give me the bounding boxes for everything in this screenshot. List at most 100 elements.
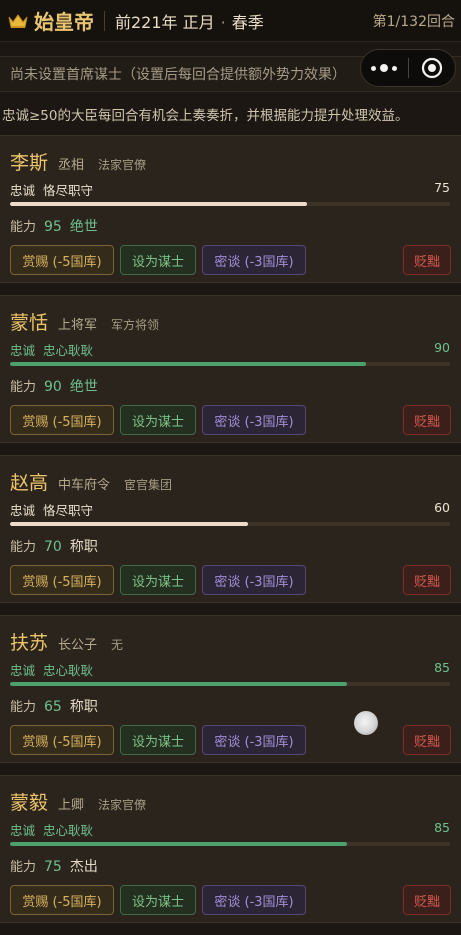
loyalty-value: 85 <box>434 660 450 675</box>
season-text: 春季 <box>231 12 264 32</box>
minister-card: 蒙恬 上将军 军方将领 忠诚 忠心耿耿 90 能力 90 绝世 赏赐 (-5国库… <box>0 295 461 443</box>
dot-icon <box>380 64 389 72</box>
loyalty-bar <box>10 842 450 846</box>
action-buttons: 赏赐 (-5国库) 设为谋士 密谈 (-3国库) 贬黜 <box>10 885 451 915</box>
crown-icon <box>6 10 30 32</box>
year-text: 前221年 <box>115 12 178 32</box>
minister-post: 长公子 <box>58 638 98 653</box>
ability-label: 能力 <box>10 860 37 875</box>
loyalty-bar <box>10 682 450 686</box>
minister-post: 上将军 <box>58 318 98 333</box>
loyalty-label: 忠诚 忠心耿耿 <box>10 663 93 678</box>
demote-button[interactable]: 贬黜 <box>403 245 451 275</box>
emperor-title: 始皇帝 <box>34 10 94 34</box>
ability-row: 能力 95 绝世 <box>10 216 98 236</box>
loyalty-hint: 忠诚≥50的大臣每回合有机会上奏奏折，并根据能力提升处理效益。 <box>2 108 409 124</box>
loyalty-label: 忠诚 恪尽职守 <box>10 503 93 518</box>
secret-talk-button[interactable]: 密谈 (-3国库) <box>202 565 306 595</box>
loyalty-bar-fill <box>10 682 347 686</box>
loyalty-row: 忠诚 忠心耿耿 85 <box>10 820 450 838</box>
set-advisor-button[interactable]: 设为谋士 <box>120 565 196 595</box>
loyalty-bar-fill <box>10 522 248 526</box>
set-advisor-button[interactable]: 设为谋士 <box>120 405 196 435</box>
minister-card: 扶苏 长公子 无 忠诚 忠心耿耿 85 能力 65 称职 赏赐 (-5国库) 设… <box>0 615 461 763</box>
ability-level: 绝世 <box>69 219 98 235</box>
minister-name: 蒙恬 <box>10 312 49 334</box>
loyalty-bar <box>10 362 450 366</box>
ability-value: 75 <box>44 859 62 875</box>
set-advisor-button[interactable]: 设为谋士 <box>120 725 196 755</box>
minister-faction: 法家官僚 <box>98 798 147 812</box>
loyalty-label: 忠诚 忠心耿耿 <box>10 823 93 838</box>
ability-label: 能力 <box>10 220 37 235</box>
minister-post: 上卿 <box>58 798 85 813</box>
minister-card: 李斯 丞相 法家官僚 忠诚 恪尽职守 75 能力 95 绝世 赏赐 (-5国库)… <box>0 135 461 283</box>
loyalty-label: 忠诚 恪尽职守 <box>10 183 93 198</box>
miniprogram-capsule <box>360 49 456 87</box>
set-advisor-button[interactable]: 设为谋士 <box>120 245 196 275</box>
demote-button[interactable]: 贬黜 <box>403 725 451 755</box>
ability-row: 能力 70 称职 <box>10 536 98 556</box>
loyalty-bar-fill <box>10 362 367 366</box>
touch-indicator <box>354 711 378 735</box>
date-display: 前221年 正月 · 春季 <box>115 9 264 33</box>
minister-name: 李斯 <box>10 152 49 174</box>
dot-icon <box>392 65 398 71</box>
minister-header: 蒙恬 上将军 军方将领 <box>10 308 159 335</box>
ability-level: 绝世 <box>69 379 98 395</box>
minister-faction: 法家官僚 <box>98 158 147 172</box>
ability-value: 95 <box>44 219 62 235</box>
loyalty-row: 忠诚 恪尽职守 75 <box>10 180 450 198</box>
reward-button[interactable]: 赏赐 (-5国库) <box>10 885 114 915</box>
reward-button[interactable]: 赏赐 (-5国库) <box>10 245 114 275</box>
reward-button[interactable]: 赏赐 (-5国库) <box>10 405 114 435</box>
ability-value: 90 <box>44 379 62 395</box>
minister-faction: 无 <box>111 638 124 652</box>
reward-button[interactable]: 赏赐 (-5国库) <box>10 725 114 755</box>
minister-card: 蒙毅 上卿 法家官僚 忠诚 忠心耿耿 85 能力 75 杰出 赏赐 (-5国库)… <box>0 775 461 923</box>
loyalty-value: 75 <box>434 180 450 195</box>
loyalty-bar-fill <box>10 202 307 206</box>
loyalty-bar <box>10 202 450 206</box>
minister-name: 蒙毅 <box>10 792 49 814</box>
loyalty-label: 忠诚 忠心耿耿 <box>10 343 93 358</box>
loyalty-bar <box>10 522 450 526</box>
more-options-button[interactable] <box>361 50 408 86</box>
minister-name: 赵高 <box>10 472 49 494</box>
minister-header: 扶苏 长公子 无 <box>10 628 123 655</box>
loyalty-value: 85 <box>434 820 450 835</box>
close-miniprogram-button[interactable] <box>408 50 455 86</box>
dot-icon <box>371 65 377 71</box>
ability-row: 能力 90 绝世 <box>10 376 98 396</box>
ability-label: 能力 <box>10 380 37 395</box>
demote-button[interactable]: 贬黜 <box>403 405 451 435</box>
ability-label: 能力 <box>10 540 37 555</box>
ability-value: 65 <box>44 699 62 715</box>
ability-label: 能力 <box>10 700 37 715</box>
minister-faction: 宦官集团 <box>124 478 173 492</box>
demote-button[interactable]: 贬黜 <box>403 565 451 595</box>
ability-row: 能力 75 杰出 <box>10 856 98 876</box>
minister-name: 扶苏 <box>10 632 49 654</box>
secret-talk-button[interactable]: 密谈 (-3国库) <box>202 245 306 275</box>
secret-talk-button[interactable]: 密谈 (-3国库) <box>202 725 306 755</box>
ability-row: 能力 65 称职 <box>10 696 98 716</box>
loyalty-row: 忠诚 忠心耿耿 85 <box>10 660 450 678</box>
secret-talk-button[interactable]: 密谈 (-3国库) <box>202 885 306 915</box>
reward-button[interactable]: 赏赐 (-5国库) <box>10 565 114 595</box>
minister-faction: 军方将领 <box>111 318 160 332</box>
action-buttons: 赏赐 (-5国库) 设为谋士 密谈 (-3国库) 贬黜 <box>10 405 451 435</box>
top-bar: 始皇帝 前221年 正月 · 春季 第1/132回合 <box>0 0 461 42</box>
action-buttons: 赏赐 (-5国库) 设为谋士 密谈 (-3国库) 贬黜 <box>10 245 451 275</box>
target-icon <box>421 57 442 79</box>
round-counter: 第1/132回合 <box>372 14 455 30</box>
demote-button[interactable]: 贬黜 <box>403 885 451 915</box>
loyalty-row: 忠诚 恪尽职守 60 <box>10 500 450 518</box>
action-buttons: 赏赐 (-5国库) 设为谋士 密谈 (-3国库) 贬黜 <box>10 565 451 595</box>
secret-talk-button[interactable]: 密谈 (-3国库) <box>202 405 306 435</box>
action-buttons: 赏赐 (-5国库) 设为谋士 密谈 (-3国库) 贬黜 <box>10 725 451 755</box>
ability-level: 称职 <box>69 539 98 555</box>
set-advisor-button[interactable]: 设为谋士 <box>120 885 196 915</box>
ability-level: 称职 <box>69 699 98 715</box>
minister-post: 丞相 <box>58 158 85 173</box>
